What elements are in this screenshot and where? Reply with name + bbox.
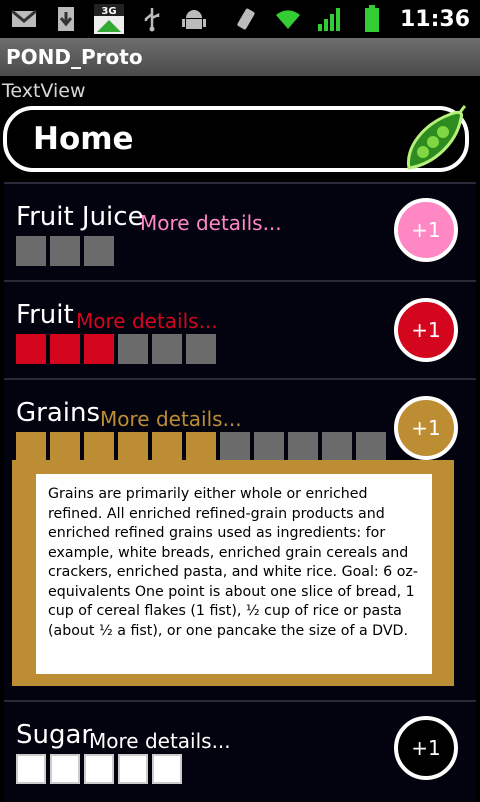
serving-square-empty	[50, 236, 80, 266]
add-serving-button[interactable]: +1	[394, 716, 458, 780]
wifi-icon	[274, 5, 302, 33]
home-button[interactable]: Home	[3, 104, 469, 172]
serving-square-empty	[16, 236, 46, 266]
more-details-link[interactable]: More details...	[76, 309, 218, 333]
serving-square-filled	[118, 432, 148, 462]
serving-square-empty	[16, 754, 46, 784]
serving-square-filled	[16, 334, 46, 364]
serving-squares	[16, 334, 216, 364]
clock: 11:36	[399, 6, 470, 32]
serving-square-empty	[254, 432, 284, 462]
add-serving-label: +1	[411, 318, 441, 342]
usb-icon	[138, 5, 166, 33]
serving-square-empty	[118, 754, 148, 784]
home-label: Home	[33, 121, 134, 157]
more-details-link[interactable]: More details...	[100, 407, 242, 431]
serving-square-empty	[220, 432, 250, 462]
serving-square-filled	[16, 432, 46, 462]
textview-label: TextView	[2, 80, 86, 102]
group-sugar: Sugar More details... +1	[4, 700, 476, 802]
serving-square-empty	[118, 334, 148, 364]
serving-square-empty	[322, 432, 352, 462]
3g-data-icon: 3G	[94, 4, 124, 34]
serving-square-filled	[84, 334, 114, 364]
serving-square-filled	[186, 432, 216, 462]
serving-squares	[16, 236, 114, 266]
serving-square-empty	[186, 334, 216, 364]
group-name: Fruit Juice	[16, 202, 144, 232]
add-serving-button[interactable]: +1	[394, 396, 458, 460]
serving-squares	[16, 432, 386, 462]
more-details-link[interactable]: More details...	[140, 211, 282, 235]
status-bar: 3G 11:36	[0, 0, 480, 38]
group-fruit-juice: Fruit Juice More details... +1	[4, 182, 476, 280]
app-title: POND_Proto	[6, 45, 143, 69]
add-serving-button[interactable]: +1	[394, 298, 458, 362]
serving-squares	[16, 754, 182, 784]
serving-square-empty	[152, 334, 182, 364]
signal-icon	[316, 5, 344, 33]
serving-square-empty	[84, 236, 114, 266]
app-title-bar: POND_Proto	[0, 38, 480, 76]
serving-square-filled	[50, 334, 80, 364]
serving-square-empty	[84, 754, 114, 784]
serving-square-empty	[152, 754, 182, 784]
serving-square-filled	[152, 432, 182, 462]
serving-square-filled	[50, 432, 80, 462]
more-details-link[interactable]: More details...	[89, 729, 231, 753]
add-serving-label: +1	[411, 218, 441, 242]
pea-pod-icon	[406, 104, 467, 170]
battery-icon	[358, 5, 386, 33]
gmail-icon	[10, 5, 38, 33]
grains-details-panel: Grains are primarily either whole or enr…	[12, 460, 454, 686]
serving-square-filled	[84, 432, 114, 462]
group-name: Fruit	[16, 300, 74, 330]
android-debug-icon	[180, 5, 208, 33]
download-icon	[52, 5, 80, 33]
serving-square-empty	[356, 432, 386, 462]
vibrate-icon	[232, 5, 260, 33]
group-name: Grains	[16, 398, 101, 428]
svg-text:3G: 3G	[101, 6, 116, 17]
add-serving-button[interactable]: +1	[394, 198, 458, 262]
serving-square-empty	[288, 432, 318, 462]
group-fruit: Fruit More details... +1	[4, 280, 476, 378]
group-name: Sugar	[16, 720, 93, 750]
add-serving-label: +1	[411, 416, 441, 440]
grains-details-text: Grains are primarily either whole or enr…	[36, 474, 432, 674]
serving-square-empty	[50, 754, 80, 784]
add-serving-label: +1	[411, 736, 441, 760]
